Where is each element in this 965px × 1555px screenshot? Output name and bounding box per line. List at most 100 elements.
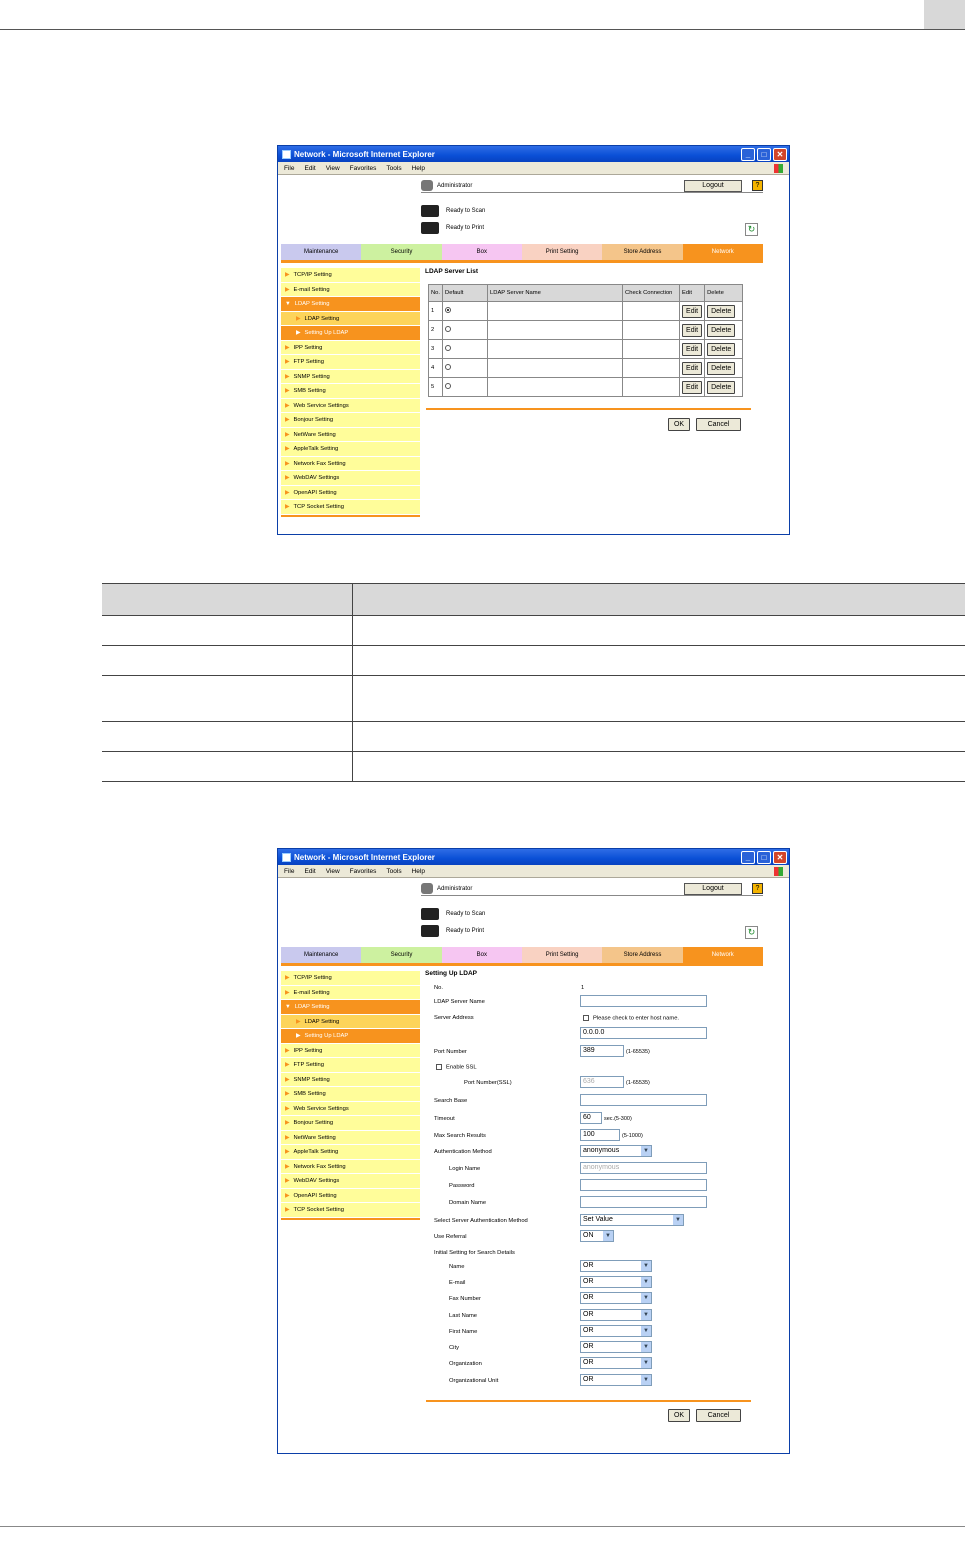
edit-button[interactable]: Edit [682, 361, 703, 375]
max-results-input[interactable]: 100 [580, 1129, 620, 1141]
edit-button[interactable]: Edit [682, 304, 703, 318]
delete-button[interactable]: Delete [707, 304, 736, 318]
minimize-icon[interactable]: _ [741, 850, 755, 864]
sidebar-item-appletalk[interactable]: ▶ AppleTalk Setting [281, 442, 420, 457]
sidebar-item-openapi[interactable]: ▶ OpenAPI Setting [281, 486, 420, 500]
ok-button[interactable]: OK [668, 418, 690, 431]
search-field-select[interactable]: OR ▼ [580, 1260, 652, 1272]
menu-help[interactable]: Help [412, 165, 425, 172]
sidebar-item-smb[interactable]: ▶ SMB Setting [281, 1087, 420, 1102]
ssl-checkbox[interactable] [436, 1064, 442, 1070]
search-field-select[interactable]: OR ▼ [580, 1292, 652, 1304]
sidebar-subitem-setting-up-ldap[interactable]: ▶ Setting Up LDAP [281, 326, 420, 341]
edit-button[interactable]: Edit [682, 323, 703, 337]
sidebar-subitem-setting-up-ldap[interactable]: ▶ Setting Up LDAP [281, 1029, 420, 1044]
search-base-input[interactable] [580, 1094, 707, 1106]
sidebar-item-appletalk[interactable]: ▶ AppleTalk Setting [281, 1145, 420, 1160]
sidebar-item-smb[interactable]: ▶ SMB Setting [281, 384, 420, 399]
sidebar-item-network-fax[interactable]: ▶ Network Fax Setting [281, 1160, 420, 1174]
sidebar-item-email[interactable]: ▶ E-mail Setting [281, 986, 420, 1000]
tab-store-address[interactable]: Store Address [602, 947, 683, 963]
sidebar-item-snmp[interactable]: ▶ SNMP Setting [281, 370, 420, 384]
close-icon[interactable]: ✕ [773, 147, 787, 161]
sidebar-item-ldap[interactable]: ▼ LDAP Setting [281, 1000, 420, 1015]
domain-input[interactable] [580, 1196, 707, 1208]
host-name-checkbox[interactable] [583, 1015, 589, 1021]
auth-method-select[interactable]: anonymous ▼ [580, 1145, 652, 1157]
menu-view[interactable]: View [326, 868, 340, 875]
help-icon[interactable]: ? [752, 883, 763, 894]
tab-maintenance[interactable]: Maintenance [281, 947, 362, 963]
search-field-select[interactable]: OR ▼ [580, 1374, 652, 1386]
tab-box[interactable]: Box [441, 244, 522, 260]
delete-button[interactable]: Delete [707, 361, 736, 375]
sidebar-item-netware[interactable]: ▶ NetWare Setting [281, 428, 420, 442]
server-auth-select[interactable]: Set Value ▼ [580, 1214, 684, 1226]
help-icon[interactable]: ? [752, 180, 763, 191]
search-field-select[interactable]: OR ▼ [580, 1309, 652, 1321]
menu-edit[interactable]: Edit [304, 868, 315, 875]
port-input[interactable]: 389 [580, 1045, 624, 1057]
login-input[interactable]: anonymous [580, 1162, 707, 1174]
tab-print-setting[interactable]: Print Setting [521, 244, 603, 260]
default-radio[interactable] [445, 383, 452, 389]
maximize-icon[interactable]: □ [757, 850, 771, 864]
tab-network[interactable]: Network [682, 244, 763, 260]
tab-maintenance[interactable]: Maintenance [281, 244, 362, 260]
sidebar-item-snmp[interactable]: ▶ SNMP Setting [281, 1073, 420, 1087]
search-field-select[interactable]: OR ▼ [580, 1276, 652, 1288]
logout-button[interactable]: Logout [684, 882, 742, 895]
sidebar-item-ftp[interactable]: ▶ FTP Setting [281, 355, 420, 370]
refresh-icon[interactable]: ↻ [745, 926, 758, 939]
referral-select[interactable]: ON ▼ [580, 1230, 614, 1242]
sidebar-item-ipp[interactable]: ▶ IPP Setting [281, 341, 420, 355]
menu-tools[interactable]: Tools [386, 868, 401, 875]
minimize-icon[interactable]: _ [741, 147, 755, 161]
tab-store-address[interactable]: Store Address [602, 244, 683, 260]
delete-button[interactable]: Delete [707, 342, 736, 356]
menu-help[interactable]: Help [412, 868, 425, 875]
search-field-select[interactable]: OR ▼ [580, 1357, 652, 1369]
sidebar-item-web-service[interactable]: ▶ Web Service Settings [281, 399, 420, 413]
sidebar-subitem-ldap-setting[interactable]: ▶ LDAP Setting [281, 1014, 420, 1029]
cancel-button[interactable]: Cancel [696, 418, 741, 431]
sidebar-item-ipp[interactable]: ▶ IPP Setting [281, 1044, 420, 1058]
sidebar-item-tcpip[interactable]: ▶ TCP/IP Setting [281, 268, 420, 283]
sidebar-item-bonjour[interactable]: ▶ Bonjour Setting [281, 413, 420, 428]
menu-favorites[interactable]: Favorites [350, 868, 377, 875]
delete-button[interactable]: Delete [707, 380, 736, 394]
server-name-input[interactable] [580, 995, 707, 1007]
password-input[interactable] [580, 1179, 707, 1191]
cancel-button[interactable]: Cancel [696, 1409, 741, 1422]
ssl-port-input[interactable]: 636 [580, 1076, 624, 1088]
close-icon[interactable]: ✕ [773, 850, 787, 864]
sidebar-item-openapi[interactable]: ▶ OpenAPI Setting [281, 1189, 420, 1203]
default-radio[interactable] [445, 364, 452, 370]
tab-network[interactable]: Network [682, 947, 763, 963]
sidebar-item-webdav[interactable]: ▶ WebDAV Settings [281, 471, 420, 486]
server-address-input[interactable]: 0.0.0.0 [580, 1027, 707, 1039]
sidebar-item-ldap[interactable]: ▼ LDAP Setting [281, 297, 420, 312]
menu-file[interactable]: File [284, 165, 294, 172]
sidebar-item-webdav[interactable]: ▶ WebDAV Settings [281, 1174, 420, 1189]
menu-edit[interactable]: Edit [304, 165, 315, 172]
sidebar-item-bonjour[interactable]: ▶ Bonjour Setting [281, 1116, 420, 1131]
tab-box[interactable]: Box [441, 947, 522, 963]
sidebar-item-netware[interactable]: ▶ NetWare Setting [281, 1131, 420, 1145]
delete-button[interactable]: Delete [707, 323, 736, 337]
edit-button[interactable]: Edit [682, 380, 703, 394]
menu-tools[interactable]: Tools [386, 165, 401, 172]
tab-print-setting[interactable]: Print Setting [521, 947, 603, 963]
menu-view[interactable]: View [326, 165, 340, 172]
menu-file[interactable]: File [284, 868, 294, 875]
sidebar-item-tcp-socket[interactable]: ▶ TCP Socket Setting [281, 500, 420, 515]
logout-button[interactable]: Logout [684, 179, 742, 192]
ok-button[interactable]: OK [668, 1409, 690, 1422]
sidebar-item-tcp-socket[interactable]: ▶ TCP Socket Setting [281, 1203, 420, 1218]
default-radio[interactable] [445, 307, 452, 313]
sidebar-item-tcpip[interactable]: ▶ TCP/IP Setting [281, 971, 420, 986]
sidebar-item-network-fax[interactable]: ▶ Network Fax Setting [281, 457, 420, 471]
tab-security[interactable]: Security [361, 947, 442, 963]
sidebar-item-ftp[interactable]: ▶ FTP Setting [281, 1058, 420, 1073]
edit-button[interactable]: Edit [682, 342, 703, 356]
